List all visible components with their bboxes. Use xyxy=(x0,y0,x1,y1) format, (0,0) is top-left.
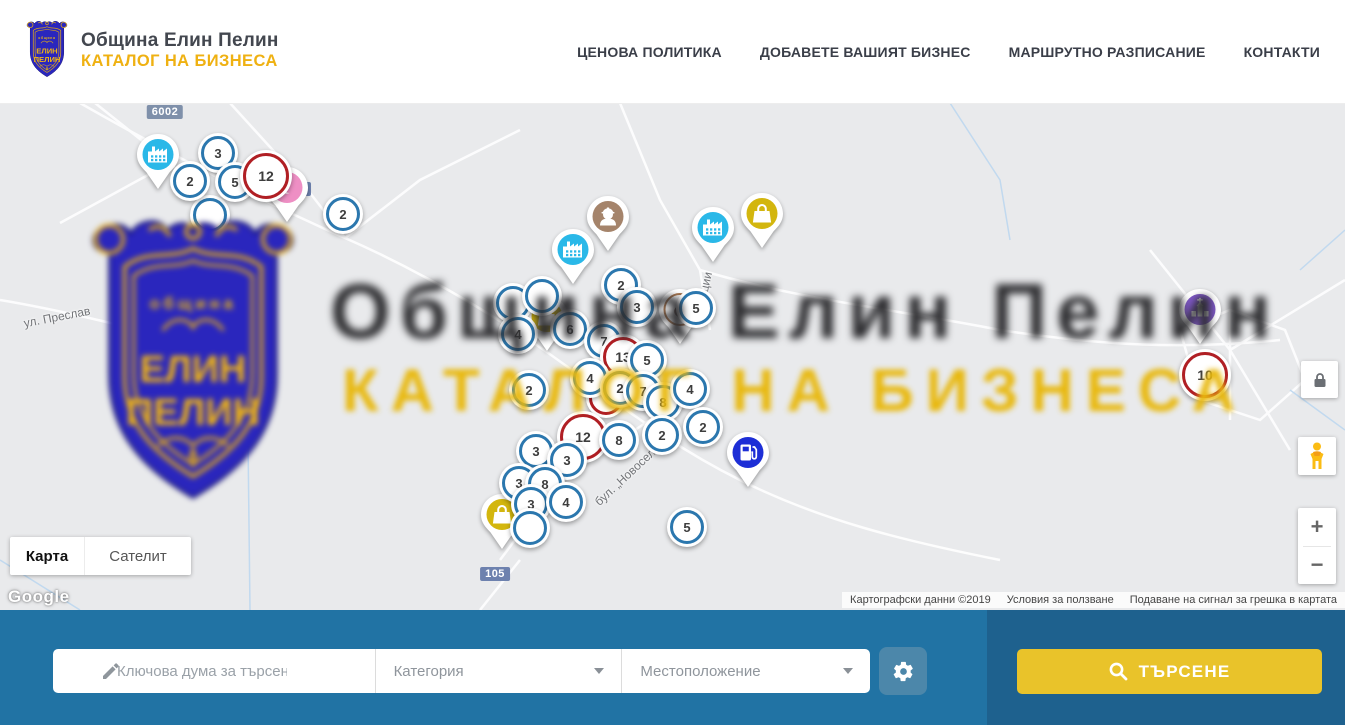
site-header: община ЕЛИН ПЕЛИН Община Елин Пелин КАТА… xyxy=(0,0,1345,104)
map-type-map-button[interactable]: Карта xyxy=(10,537,84,575)
category-select-label: Категория xyxy=(394,663,464,680)
google-logo[interactable]: Google xyxy=(8,587,70,607)
keyword-search-input[interactable] xyxy=(115,662,289,681)
map-cluster[interactable]: 2 xyxy=(323,194,363,234)
map-type-satellite-button[interactable]: Сателит xyxy=(84,537,191,575)
map-container: ул. Преславбул. „Новоселции 6002105 3251… xyxy=(0,103,1345,610)
map-pin-fuel[interactable] xyxy=(726,431,770,488)
map-cluster[interactable]: 2 xyxy=(683,407,723,447)
nav-item-add-business[interactable]: ДОБАВЕТЕ ВАШИЯТ БИЗНЕС xyxy=(760,44,971,60)
nav-item-pricing[interactable]: ЦЕНОВА ПОЛИТИКА xyxy=(577,44,722,60)
search-pill: Категория Местоположение xyxy=(53,649,870,693)
search-icon xyxy=(1109,662,1128,681)
search-bar-right-panel: ТЪРСЕНЕ xyxy=(987,610,1345,725)
map-cluster[interactable]: 8 xyxy=(599,420,639,460)
map-cluster[interactable]: 2 xyxy=(170,161,210,201)
map-type-control: Карта Сателит xyxy=(10,537,191,575)
zoom-in-button[interactable]: + xyxy=(1298,508,1336,546)
crest-name2-text: ПЕЛИН xyxy=(34,55,61,64)
map-cluster[interactable]: 12 xyxy=(240,150,292,202)
search-bar: ТЪРСЕНЕ Категория Местоположение xyxy=(0,610,1345,725)
attribution-report-link[interactable]: Подаване на сигнал за грешка в картата xyxy=(1122,594,1345,606)
map-attribution: Картографски данни ©2019 Условия за полз… xyxy=(842,592,1345,608)
map-pin-church[interactable] xyxy=(1178,288,1222,345)
map-pin-bag[interactable] xyxy=(740,192,784,249)
pegman-icon xyxy=(1307,442,1327,470)
nav-item-route-schedule[interactable]: МАРШРУТНО РАЗПИСАНИЕ xyxy=(1009,44,1206,60)
crest-name1-text: ЕЛИН xyxy=(36,47,57,56)
site-logo[interactable]: община ЕЛИН ПЕЛИН Община Елин Пелин КАТА… xyxy=(24,20,279,81)
map-cluster[interactable]: 4 xyxy=(498,314,538,354)
category-select[interactable]: Категория xyxy=(375,649,622,693)
search-button-label: ТЪРСЕНЕ xyxy=(1139,662,1231,682)
nav-item-contacts[interactable]: КОНТАКТИ xyxy=(1244,44,1320,60)
keyword-section xyxy=(53,649,375,693)
map-cluster[interactable]: 5 xyxy=(676,288,716,328)
zoom-out-button[interactable]: − xyxy=(1298,547,1336,585)
map-cluster[interactable]: 4 xyxy=(670,369,710,409)
map-lock-button[interactable] xyxy=(1301,361,1338,398)
location-select[interactable]: Местоположение xyxy=(621,649,870,693)
map-cluster[interactable]: 4 xyxy=(546,482,586,522)
map-cluster[interactable]: 3 xyxy=(617,287,657,327)
logo-title: Община Елин Пелин xyxy=(81,30,279,52)
page: община ЕЛИН ПЕЛИН Община Елин Пелин КАТА… xyxy=(0,0,1345,725)
map-cluster[interactable] xyxy=(510,508,550,548)
main-nav: ЦЕНОВА ПОЛИТИКА ДОБАВЕТЕ ВАШИЯТ БИЗНЕС М… xyxy=(577,0,1320,103)
chevron-down-icon xyxy=(843,668,853,674)
chevron-down-icon xyxy=(594,668,604,674)
gear-icon xyxy=(892,660,915,683)
lock-icon xyxy=(1313,372,1327,388)
map-cluster[interactable]: 2 xyxy=(509,370,549,410)
street-view-pegman-button[interactable] xyxy=(1298,437,1336,475)
attribution-terms-link[interactable]: Условия за ползване xyxy=(999,594,1122,606)
location-select-label: Местоположение xyxy=(640,663,760,680)
map-pin-factory[interactable] xyxy=(691,206,735,263)
map-cluster[interactable] xyxy=(190,195,230,235)
search-button[interactable]: ТЪРСЕНЕ xyxy=(1017,649,1322,694)
logo-subtitle: КАТАЛОГ НА БИЗНЕСА xyxy=(81,52,279,72)
map-cluster[interactable]: 10 xyxy=(1179,349,1231,401)
municipality-crest-icon: община ЕЛИН ПЕЛИН xyxy=(24,20,70,81)
map-cluster[interactable]: 2 xyxy=(642,415,682,455)
advanced-search-button[interactable] xyxy=(879,647,927,695)
crest-small-text: община xyxy=(38,36,55,40)
pencil-icon xyxy=(101,661,121,681)
attribution-copyright: Картографски данни ©2019 xyxy=(842,594,999,606)
map-cluster[interactable] xyxy=(522,276,562,316)
markers-layer: 32512223567135424278412822333834510 xyxy=(0,103,1345,610)
logo-text: Община Елин Пелин КАТАЛОГ НА БИЗНЕСА xyxy=(81,30,279,72)
map-cluster[interactable]: 5 xyxy=(667,507,707,547)
map-pin-worker[interactable] xyxy=(586,195,630,252)
zoom-control: + − xyxy=(1298,508,1336,584)
